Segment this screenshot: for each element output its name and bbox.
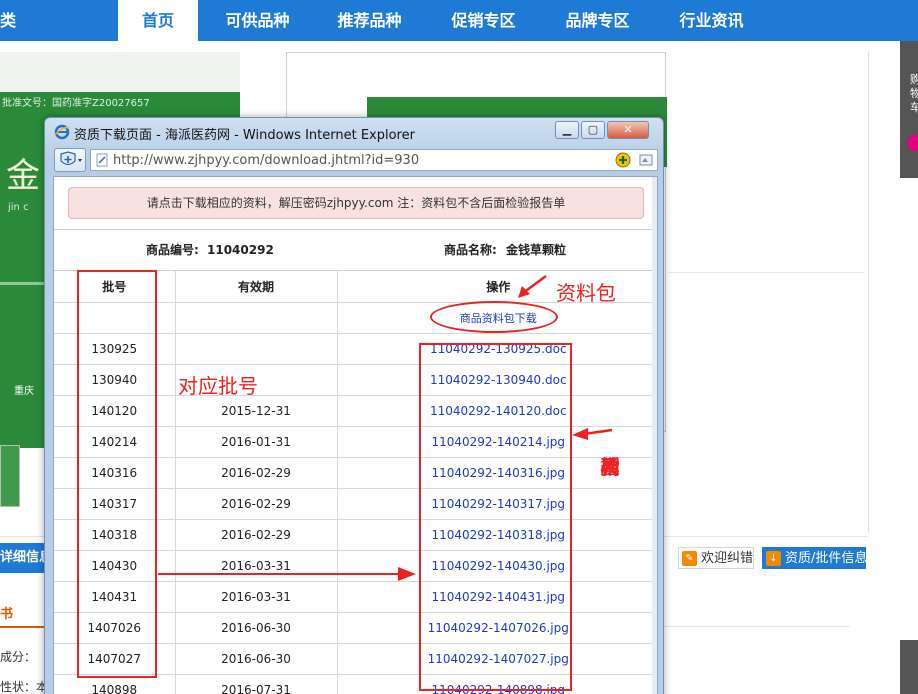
qc-arrow [583, 428, 613, 436]
screen: 类 首页 可供品种 推荐品种 促销专区 品牌专区 行业资讯 批准文号：国药准字Z… [0, 0, 918, 694]
qc-arrowhead [572, 428, 588, 440]
annotation-arrows [158, 274, 613, 581]
batch-arrowhead [398, 567, 416, 581]
